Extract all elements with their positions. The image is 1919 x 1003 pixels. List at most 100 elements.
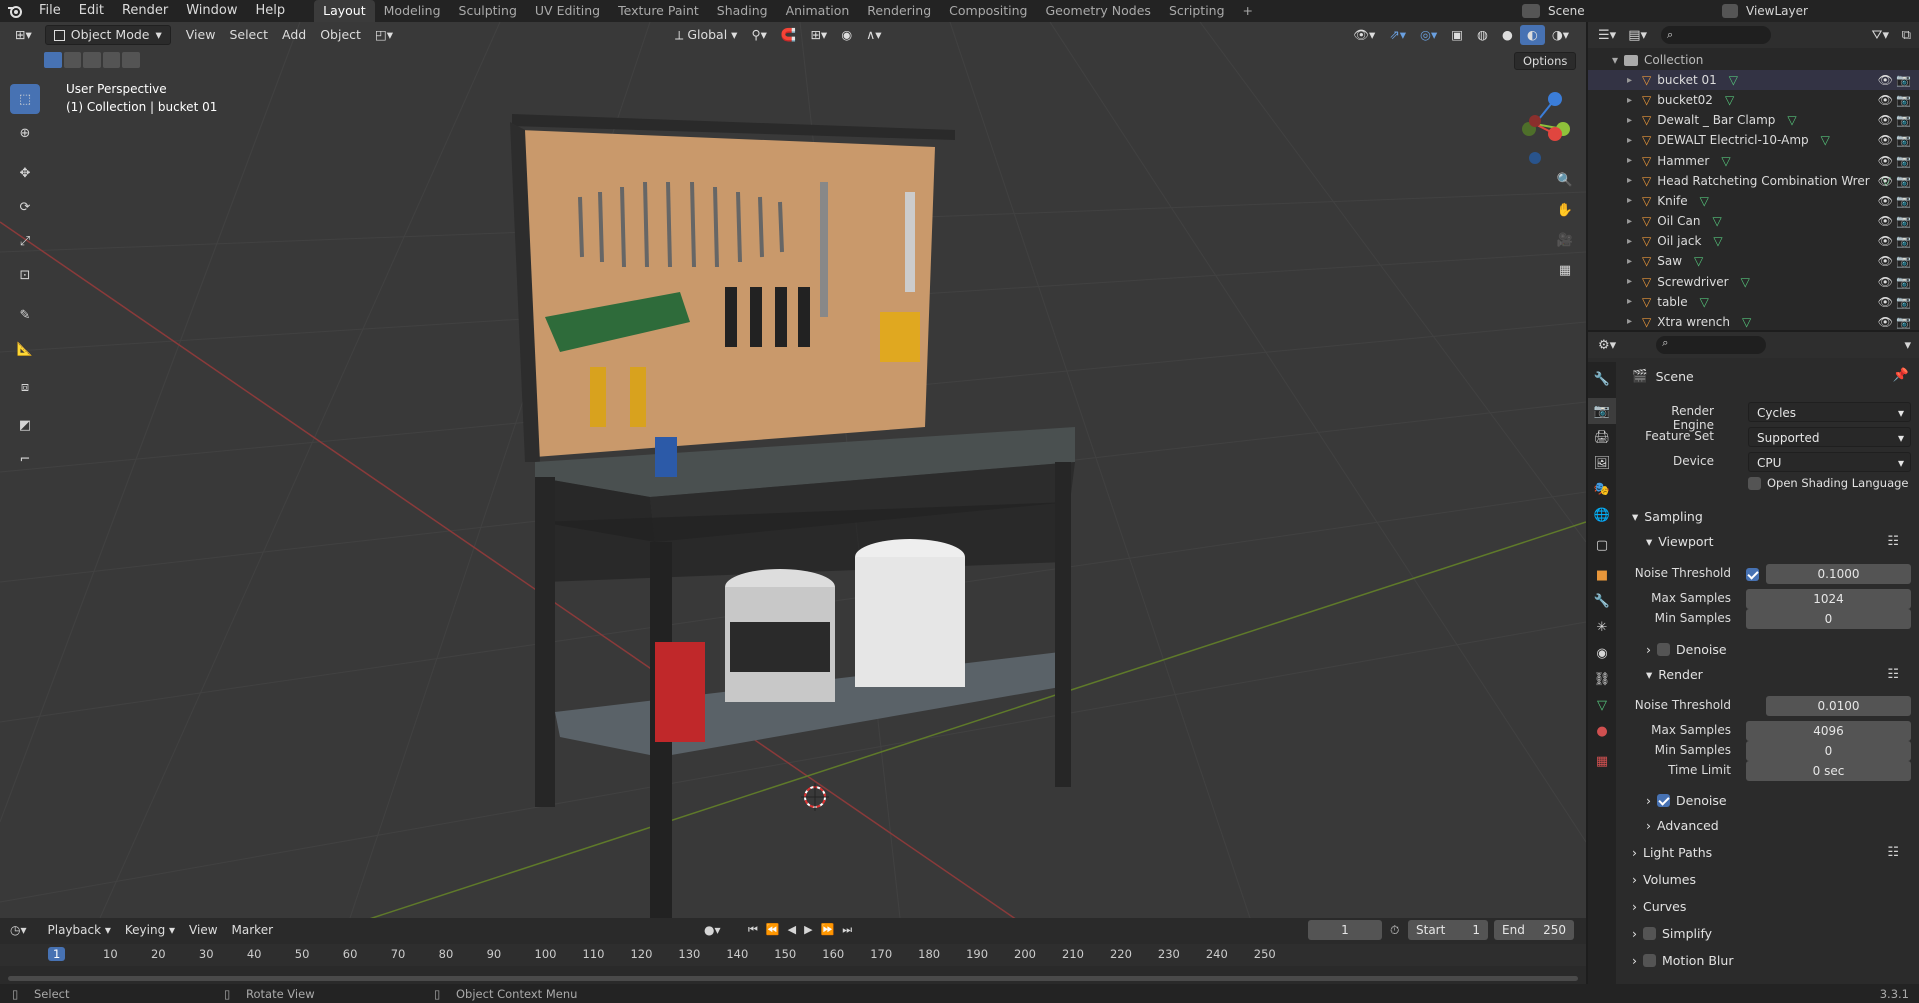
outliner-search-field[interactable]: ⌕ — [1661, 26, 1771, 44]
render-subpanel-header[interactable]: ▾ Render — [1646, 667, 1703, 682]
outliner-item[interactable]: ▸ ▽ Dewalt _ Bar Clamp ▽ 👁 📷 — [1588, 110, 1919, 130]
simplify-check[interactable] — [1643, 927, 1656, 940]
properties-search-field[interactable]: ⌕ — [1656, 336, 1767, 354]
editor-type-icon[interactable]: ⊞▾ — [8, 25, 39, 45]
outliner-item[interactable]: ▸ ▽ Saw ▽ 👁 📷 — [1588, 251, 1919, 271]
transform-tool-icon[interactable]: ⊡ — [10, 260, 40, 290]
visibility-eye-icon[interactable]: 👁 — [1878, 234, 1893, 248]
gizmo-toggle-icon[interactable]: ⇗▾ — [1382, 25, 1413, 45]
visibility-eye-icon[interactable]: 👁 — [1878, 133, 1893, 147]
timeline-editor-icon[interactable]: ◷▾ — [10, 923, 27, 937]
outliner-item[interactable]: ▸ ▽ DEWALT Electricl-10-Amp ▽ 👁 📷 — [1588, 130, 1919, 150]
world-tab-icon[interactable]: 🌐 — [1588, 502, 1616, 528]
scene-tab-icon[interactable]: 🎭 — [1588, 476, 1616, 502]
select-subtract-icon[interactable] — [83, 52, 101, 68]
volumes-panel[interactable]: › Volumes — [1632, 872, 1696, 887]
tab-layout[interactable]: Layout — [314, 0, 375, 22]
snap-target-icon[interactable]: ⊞▾ — [803, 25, 834, 45]
device-select[interactable]: CPU ▾ — [1748, 452, 1911, 472]
properties-options-icon[interactable]: ▾ — [1904, 338, 1911, 353]
keying-menu[interactable]: Keying ▾ — [118, 920, 182, 940]
physics-tab-icon[interactable]: ◉ — [1588, 640, 1616, 666]
presets-icon[interactable]: ☷ — [1887, 534, 1899, 549]
outliner-item[interactable]: ▸ ▽ Oil jack ▽ 👁 📷 — [1588, 231, 1919, 251]
jump-start-icon[interactable]: ⏮ — [748, 923, 758, 937]
viewlayer-selector[interactable]: ViewLayer — [1722, 2, 1902, 20]
render-presets-icon[interactable]: ☷ — [1887, 667, 1899, 682]
outliner-item[interactable]: ▸ ▽ bucket 01 ▽ 👁 📷 — [1588, 70, 1919, 90]
select-box-tool-icon[interactable]: ⬚ — [10, 84, 40, 114]
properties-editor-icon[interactable]: ⚙▾ — [1598, 338, 1616, 353]
tab-uv-editing[interactable]: UV Editing — [526, 0, 609, 22]
menu-edit[interactable]: Edit — [70, 0, 113, 22]
render-camera-icon[interactable]: 📷 — [1896, 194, 1911, 208]
shear-tool-icon[interactable]: ◩ — [10, 410, 40, 440]
r-noise-threshold-field[interactable]: 0.0100 — [1766, 696, 1911, 716]
menu-render[interactable]: Render — [113, 0, 177, 22]
visibility-eye-icon[interactable]: 👁 — [1878, 214, 1893, 228]
annotate-tool-icon[interactable]: ✎ — [10, 300, 40, 330]
visibility-eye-icon[interactable]: 👁 — [1878, 295, 1893, 309]
vp-denoise-panel[interactable]: › Denoise — [1646, 642, 1727, 657]
vp-denoise-check[interactable] — [1657, 643, 1670, 656]
collection-row[interactable]: ▾ Collection — [1588, 50, 1919, 70]
outliner-item[interactable]: ▸ ▽ table ▽ 👁 📷 — [1588, 292, 1919, 312]
rotate-tool-icon[interactable]: ⟳ — [10, 192, 40, 222]
visibility-eye-icon[interactable]: 👁 — [1878, 254, 1893, 268]
end-frame-field[interactable]: End 250 — [1494, 920, 1574, 940]
falloff-icon[interactable]: ∧▾ — [859, 25, 888, 45]
tab-modeling[interactable]: Modeling — [375, 0, 450, 22]
start-frame-field[interactable]: Start 1 — [1408, 920, 1488, 940]
select-invert-icon[interactable] — [102, 52, 121, 68]
play-reverse-icon[interactable]: ◀ — [788, 923, 796, 937]
constraints-tab-icon[interactable]: ⛓ — [1588, 666, 1616, 692]
solid-shading-icon[interactable]: ● — [1495, 25, 1520, 45]
outliner-item[interactable]: ▸ ▽ Oil Can ▽ 👁 📷 — [1588, 211, 1919, 231]
pin-icon[interactable]: 📌 — [1893, 368, 1909, 383]
timeline-scrollbar[interactable] — [8, 976, 1578, 981]
particles-tab-icon[interactable]: ✳ — [1588, 614, 1616, 640]
menu-select[interactable]: Select — [222, 25, 275, 45]
motion-blur-check[interactable] — [1643, 954, 1656, 967]
snap-icon[interactable]: 🧲 — [774, 25, 804, 45]
marker-menu[interactable]: Marker — [225, 920, 280, 940]
visibility-eye-icon[interactable]: 👁 — [1878, 174, 1893, 188]
tab-sculpting[interactable]: Sculpting — [450, 0, 526, 22]
display-mode-icon[interactable]: ▤▾ — [1628, 28, 1647, 43]
blender-logo-icon[interactable] — [0, 0, 30, 22]
render-engine-select[interactable]: Cycles ▾ — [1748, 402, 1911, 422]
collection-tab-icon[interactable]: ▢ — [1588, 532, 1616, 558]
menu-view[interactable]: View — [179, 25, 223, 45]
visibility-eye-icon[interactable]: 👁 — [1878, 113, 1893, 127]
proportional-icon[interactable]: ◉ — [834, 25, 859, 45]
osl-checkbox[interactable]: Open Shading Language — [1748, 476, 1909, 490]
visibility-eye-icon[interactable]: 👁 — [1878, 73, 1893, 87]
render-camera-icon[interactable]: 📷 — [1896, 234, 1911, 248]
vp-noise-threshold-field[interactable]: 0.1000 — [1766, 564, 1911, 584]
render-camera-icon[interactable]: 📷 — [1896, 133, 1911, 147]
outliner-item[interactable]: ▸ ▽ Head Ratcheting Combination Wrer ▽ 👁 📷 — [1588, 171, 1919, 191]
simplify-panel[interactable]: › Simplify — [1632, 926, 1712, 941]
select-new-icon[interactable] — [44, 52, 62, 68]
visibility-eye-icon[interactable]: 👁 — [1878, 275, 1893, 289]
transform-orientation-select[interactable]: ⟂ Global ▾ — [668, 25, 744, 45]
timeline-view-menu[interactable]: View — [182, 920, 224, 940]
jump-key-forward-icon[interactable]: ⏩ — [821, 923, 835, 937]
pivot-point-icon[interactable]: ⚲▾ — [744, 25, 773, 45]
measure-tool-icon[interactable]: 📐 — [10, 334, 40, 364]
curves-panel[interactable]: › Curves — [1632, 899, 1686, 914]
camera-view-icon[interactable]: 🎥 — [1552, 225, 1578, 255]
tab-shading[interactable]: Shading — [708, 0, 777, 22]
render-tab-icon[interactable]: 📷 — [1588, 398, 1616, 424]
output-tab-icon[interactable]: 🖨 — [1588, 424, 1616, 450]
tab-rendering[interactable]: Rendering — [858, 0, 940, 22]
r-denoise-check[interactable] — [1657, 794, 1670, 807]
tab-animation[interactable]: Animation — [777, 0, 859, 22]
outliner-item[interactable]: ▸ ▽ bucket02 ▽ 👁 📷 — [1588, 90, 1919, 110]
motion-blur-panel[interactable]: › Motion Blur — [1632, 953, 1733, 968]
render-camera-icon[interactable]: 📷 — [1896, 254, 1911, 268]
material-shading-icon[interactable]: ◐ — [1519, 25, 1545, 45]
cursor-tool-icon[interactable]: ⊕ — [10, 118, 40, 148]
time-limit-field[interactable]: 0 sec — [1746, 761, 1911, 781]
menu-window[interactable]: Window — [177, 0, 246, 22]
